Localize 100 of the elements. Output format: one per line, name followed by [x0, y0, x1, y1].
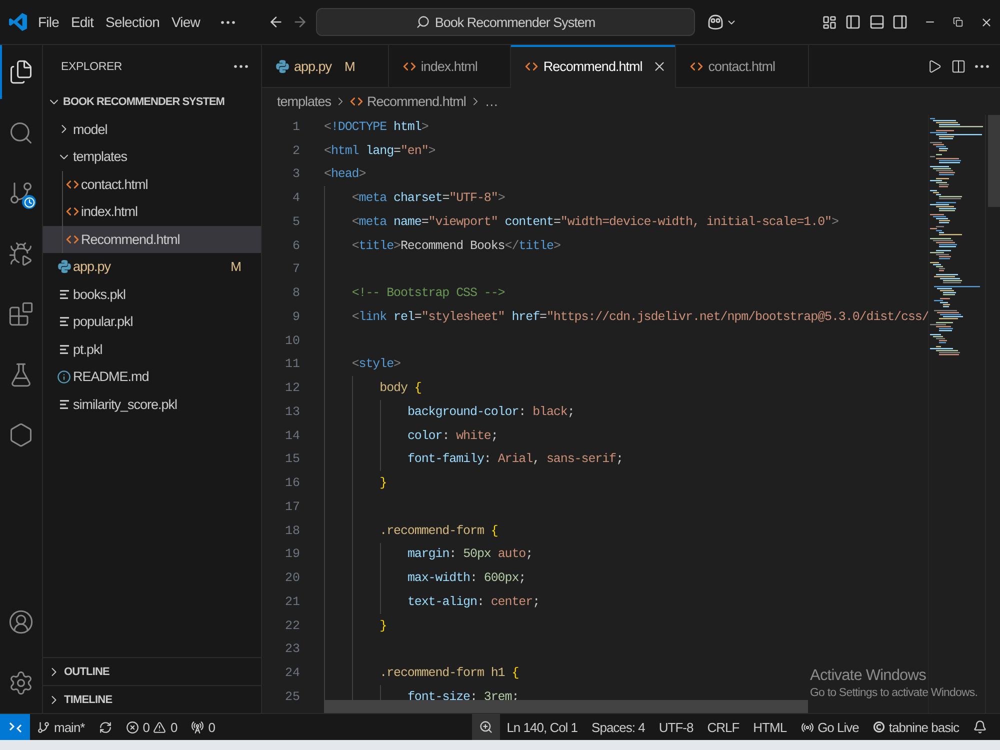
tree-item[interactable]: books.pkl — [43, 280, 261, 308]
forward-icon — [292, 14, 308, 30]
line-number: 7 — [291, 262, 300, 276]
line-number: 21 — [284, 594, 300, 609]
panel-right-icon — [892, 14, 908, 30]
status-bar-item[interactable]: CRLF — [700, 714, 746, 740]
breadcrumb-item[interactable]: Recommend.html — [350, 94, 466, 109]
tree-item[interactable]: model — [43, 116, 261, 143]
line-number: 10 — [284, 334, 300, 348]
bell-icon — [973, 720, 987, 734]
code-line: body { — [380, 381, 422, 396]
git-status-letter: M — [230, 259, 241, 274]
scrollbar-thumb[interactable] — [988, 115, 1000, 207]
tree-item[interactable]: similarity_score.pkl — [43, 390, 261, 418]
code-line: .recommend-form { — [380, 524, 498, 538]
code-line: max-width: 600px; — [407, 571, 526, 586]
menu-item[interactable]: File — [32, 10, 65, 34]
hexagon-icon — [8, 422, 34, 448]
line-number: 16 — [284, 476, 300, 490]
line-number: 17 — [284, 500, 300, 514]
line-number: 18 — [284, 524, 300, 538]
line-number: 23 — [284, 642, 300, 656]
info-icon — [57, 370, 71, 384]
activation-title: Activate Windows — [810, 667, 927, 685]
search-icon — [416, 15, 430, 29]
line-number: 13 — [284, 404, 300, 419]
panel-left-icon — [845, 14, 862, 30]
line-number: 14 — [284, 428, 300, 443]
blocks-icon — [8, 301, 34, 327]
code-line: color: white; — [407, 428, 498, 443]
status-bar-item[interactable]: Ln 140, Col 1 — [500, 714, 585, 740]
code-brackets-icon — [66, 205, 78, 218]
tree-item[interactable]: popular.pkl — [43, 308, 261, 336]
tree-item[interactable]: pt.pkl — [43, 336, 261, 363]
tree-root-header[interactable]: BOOK RECOMMENDER SYSTEM — [43, 88, 261, 116]
sidebar-title: EXPLORER — [61, 60, 122, 72]
ports-button[interactable]: 0 — [184, 714, 222, 740]
code-line: <html lang="en"> — [324, 144, 436, 158]
scrollbar-thumb[interactable] — [324, 700, 808, 713]
tree-item[interactable]: README.md — [43, 363, 261, 390]
code-line: } — [380, 476, 387, 490]
code-line: <meta name="viewport" content="width=device-width, initial-scale=1.0"> — [352, 214, 838, 229]
code-line: <meta charset="UTF-8"> — [352, 191, 505, 206]
remote-button[interactable] — [0, 714, 30, 740]
tree-item[interactable]: contact.html — [43, 170, 261, 198]
code-brackets-icon — [690, 60, 704, 72]
line-number: 11 — [284, 357, 300, 372]
tree-item[interactable]: Recommend.html — [43, 226, 261, 253]
code-brackets-icon — [66, 232, 78, 246]
restore-icon — [953, 17, 963, 27]
files-icon — [8, 59, 34, 85]
menu-item[interactable]: View — [166, 10, 206, 34]
menu-item[interactable]: Edit — [64, 10, 100, 34]
editor-tab[interactable]: Recommend.html — [511, 45, 676, 88]
line-number: 3 — [291, 167, 300, 182]
back-icon — [268, 14, 284, 30]
line-number: 24 — [284, 666, 300, 680]
breadcrumb-item[interactable]: templates — [277, 94, 332, 109]
tree-item[interactable]: app.py M — [43, 253, 261, 280]
line-number: 8 — [291, 286, 300, 300]
close-icon — [980, 16, 992, 28]
problems-button[interactable]: 0 0 — [118, 714, 184, 740]
line-number: 1 — [291, 120, 300, 134]
sync-icon — [98, 720, 112, 734]
line-number: 5 — [291, 214, 300, 229]
line-number: 2 — [291, 144, 300, 158]
line-number: 19 — [284, 547, 300, 562]
tree-item[interactable]: index.html — [43, 198, 261, 226]
code-line: font-family: Arial, sans-serif; — [407, 452, 623, 466]
broadcast-icon — [191, 720, 204, 734]
branch-icon — [8, 180, 34, 206]
line-number: 9 — [291, 310, 300, 324]
section-header[interactable]: OUTLINE — [43, 657, 261, 685]
branch-icon — [37, 720, 50, 734]
code-line: .recommend-form h1 { — [380, 666, 519, 680]
menu-item[interactable]: Selection — [100, 10, 166, 34]
zoom-button[interactable] — [472, 714, 500, 740]
status-bar-item[interactable]: HTML — [746, 714, 794, 740]
panel-bottom-icon — [868, 14, 885, 30]
tree-item[interactable]: templates — [43, 143, 261, 170]
angle-brackets-icon — [8, 722, 22, 732]
command-center[interactable]: Book Recommender System — [316, 8, 695, 36]
branch-button[interactable]: main* — [30, 714, 92, 740]
git-status-letter: M — [344, 58, 355, 74]
clock-badge-icon — [22, 195, 36, 209]
status-bar-item[interactable]: UTF-8 — [652, 714, 700, 740]
code-brackets-icon — [525, 60, 538, 73]
line-number: 6 — [291, 238, 300, 253]
warning-icon — [153, 720, 166, 734]
play-icon — [926, 58, 942, 74]
tabnine-button[interactable]: tabnine basic — [866, 714, 966, 740]
status-bar-item[interactable]: Spaces: 4 — [584, 714, 652, 740]
breadcrumb-item[interactable]: … — [484, 94, 498, 109]
bug-play-icon — [8, 240, 34, 266]
more-icon — [221, 20, 235, 24]
lines-icon — [60, 290, 68, 299]
go-live-button[interactable]: Go Live — [794, 714, 866, 740]
line-number: 22 — [284, 618, 300, 633]
settings-icon — [8, 670, 34, 696]
more-icon — [234, 65, 248, 68]
